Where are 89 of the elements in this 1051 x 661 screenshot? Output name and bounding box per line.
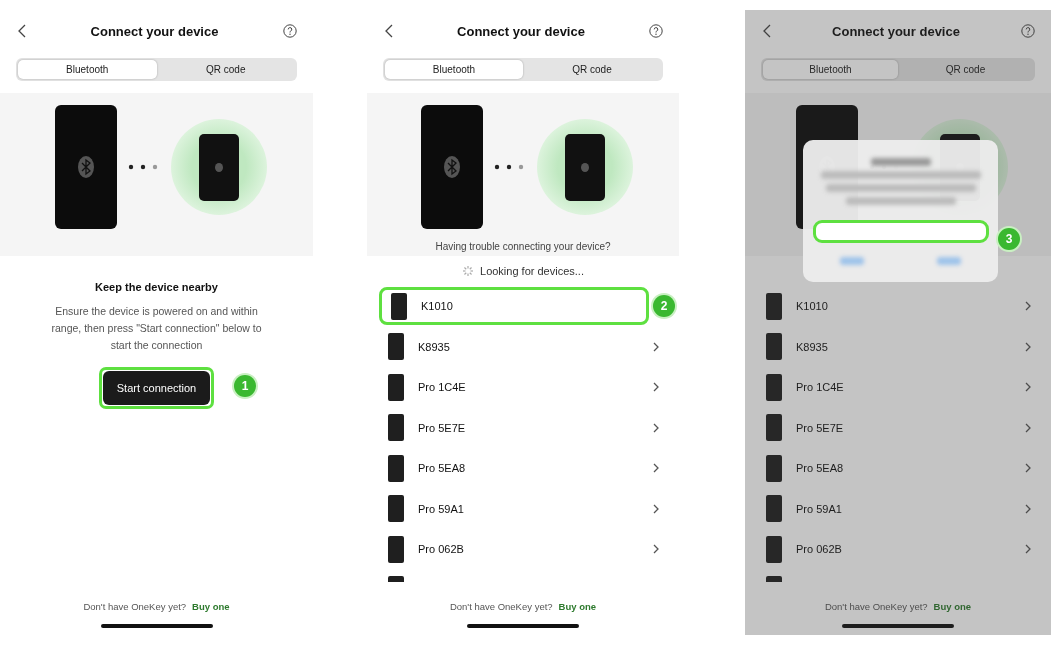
tab[interactable]: QR code <box>523 60 661 79</box>
footer-text: Don't have OneKey yet? <box>83 601 187 612</box>
device-row[interactable]: K1010 <box>745 287 1051 326</box>
device-thumbnail-icon <box>388 333 404 361</box>
chevron-right-icon <box>1025 341 1031 352</box>
device-name: Pro 062B <box>796 543 843 556</box>
footer-text: Don't have OneKey yet? <box>449 601 553 612</box>
device-row[interactable]: Pro 5E7E <box>367 408 679 447</box>
device-row[interactable]: Pro 1C4E <box>367 368 679 407</box>
chevron-right-icon <box>1025 503 1031 514</box>
chevron-right-icon <box>1025 301 1031 312</box>
device-name: Pro 5E7E <box>796 421 845 434</box>
spinner-icon <box>462 265 474 277</box>
chevron-right-icon <box>653 382 659 393</box>
help-icon[interactable] <box>1021 24 1035 38</box>
device-thumbnail-icon <box>766 333 782 361</box>
device-name: Pro 1C4E <box>796 381 845 394</box>
chevron-right-icon <box>653 422 659 433</box>
step-badge: 3 <box>998 228 1020 250</box>
chevron-right-icon <box>1025 544 1031 555</box>
device-name: Pro 5E7E <box>418 421 467 434</box>
back-icon[interactable] <box>763 24 771 38</box>
device-name: Pro 5EA8 <box>418 462 467 475</box>
back-icon[interactable] <box>385 24 393 38</box>
heading: Keep the device nearby <box>94 281 219 293</box>
device-thumbnail-icon <box>388 454 404 482</box>
device-name: K8935 <box>796 340 829 353</box>
device-row[interactable]: K8935 <box>367 327 679 366</box>
device-row[interactable]: Pro 062B <box>367 530 679 569</box>
buy-link[interactable]: Buy one <box>933 601 972 612</box>
device-name: Pro 1C4E <box>418 381 467 394</box>
device-thumbnail-icon <box>766 292 782 320</box>
step-badge: 2 <box>653 295 675 317</box>
chevron-right-icon <box>1025 422 1031 433</box>
device-thumbnail-icon <box>388 414 404 442</box>
device-name: K1010 <box>421 300 454 313</box>
instructions-text: Ensure the device is powered on and within range, then press "Start connection" below to start the connection <box>50 304 263 353</box>
chevron-right-icon <box>653 544 659 555</box>
device-name: Pro 5EA8 <box>796 462 845 475</box>
device-thumbnail-icon <box>388 495 404 523</box>
input-field[interactable] <box>812 220 989 243</box>
screen-title: Connect your device <box>457 23 585 39</box>
device-thumbnail-icon <box>766 535 782 563</box>
start-connection-button[interactable]: Start connection <box>102 371 211 405</box>
device-row[interactable]: Pro 062B <box>745 530 1051 569</box>
device-thumbnail-icon <box>766 373 782 401</box>
device-row[interactable]: Pro 5EA8 <box>745 449 1051 488</box>
device-row[interactable]: K1010 <box>379 287 649 326</box>
device-name: Pro 062B <box>418 543 465 556</box>
step-badge: 1 <box>234 375 256 397</box>
chevron-right-icon <box>653 503 659 514</box>
device-name: Pro 59A1 <box>418 502 465 515</box>
device-thumbnail-icon <box>766 454 782 482</box>
tab[interactable]: QR code <box>898 60 1033 79</box>
device-row[interactable]: Pro 1C4E <box>745 368 1051 407</box>
device-row[interactable]: Pro 5EA8 <box>367 449 679 488</box>
searching-status: Looking for devices... <box>480 265 584 277</box>
screen-title: Connect your device <box>90 23 219 39</box>
device-thumbnail-icon <box>391 292 407 320</box>
chevron-right-icon <box>653 341 659 352</box>
device-name: K8935 <box>418 340 451 353</box>
device-thumbnail-icon <box>766 414 782 442</box>
chevron-right-icon <box>1025 463 1031 474</box>
tab[interactable]: Bluetooth <box>763 60 898 79</box>
device-thumbnail-icon <box>766 495 782 523</box>
screen-title: Connect your device <box>832 23 960 39</box>
bluetooth-icon <box>77 156 94 178</box>
device-thumbnail-icon <box>388 373 404 401</box>
help-icon[interactable] <box>283 24 297 38</box>
trouble-link[interactable]: Having trouble connecting your device? <box>435 241 611 252</box>
chevron-right-icon <box>1025 382 1031 393</box>
buy-link[interactable]: Buy one <box>192 601 230 612</box>
blurred-title <box>870 158 931 166</box>
tab[interactable]: Bluetooth <box>18 60 157 79</box>
tab[interactable]: Bluetooth <box>385 60 523 79</box>
chevron-right-icon <box>653 463 659 474</box>
device-thumbnail-icon <box>388 535 404 563</box>
device-row[interactable]: K8935 <box>745 327 1051 366</box>
bluetooth-icon <box>444 156 460 178</box>
device-row[interactable]: Pro 59A1 <box>367 489 679 528</box>
device-row[interactable]: Pro 5E7E <box>745 408 1051 447</box>
device-row[interactable]: Pro 59A1 <box>745 489 1051 528</box>
help-icon[interactable] <box>649 24 663 38</box>
buy-link[interactable]: Buy one <box>558 601 597 612</box>
footer-text: Don't have OneKey yet? <box>824 601 928 612</box>
tab[interactable]: QR code <box>156 60 295 79</box>
device-name: Pro 59A1 <box>796 502 843 515</box>
device-name: K1010 <box>796 300 829 313</box>
back-icon[interactable] <box>18 24 26 38</box>
